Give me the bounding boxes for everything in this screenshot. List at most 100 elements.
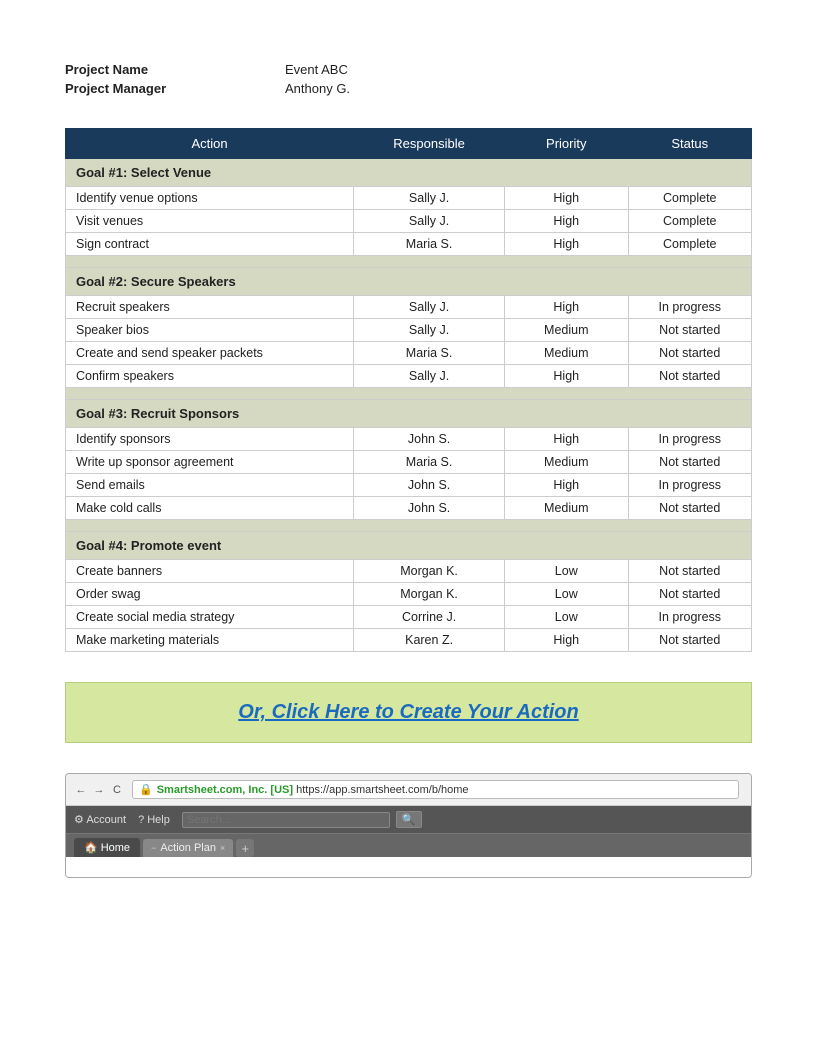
goal-title: Goal #2: Secure Speakers: [66, 268, 752, 296]
cell-priority: Low: [505, 560, 628, 583]
cell-responsible: Sally J.: [354, 319, 505, 342]
table-row: Make cold callsJohn S.MediumNot started: [66, 497, 752, 520]
cell-priority: Low: [505, 583, 628, 606]
cell-responsible: Maria S.: [354, 233, 505, 256]
action-plan-table: Action Responsible Priority Status Goal …: [65, 128, 752, 652]
header-responsible: Responsible: [354, 129, 505, 159]
table-row: Recruit speakersSally J.HighIn progress: [66, 296, 752, 319]
search-button[interactable]: 🔍: [396, 811, 422, 828]
cell-priority: High: [505, 428, 628, 451]
project-info: Project Name Event ABC Project Manager A…: [65, 60, 752, 98]
cell-priority: High: [505, 187, 628, 210]
cell-responsible: Sally J.: [354, 296, 505, 319]
tab-minus-icon[interactable]: −: [151, 843, 156, 853]
cell-responsible: Sally J.: [354, 187, 505, 210]
cell-status: In progress: [628, 428, 752, 451]
cell-priority: High: [505, 365, 628, 388]
spacer-row: [66, 520, 752, 532]
cell-responsible: Maria S.: [354, 451, 505, 474]
cta-section[interactable]: Or, Click Here to Create Your Action: [65, 682, 752, 743]
cell-action: Make marketing materials: [66, 629, 354, 652]
address-bar[interactable]: 🔒 Smartsheet.com, Inc. [US] https://app.…: [132, 780, 739, 799]
cell-action: Speaker bios: [66, 319, 354, 342]
secure-icon: 🔒: [139, 783, 153, 796]
cell-action: Make cold calls: [66, 497, 354, 520]
cell-responsible: Karen Z.: [354, 629, 505, 652]
cell-status: Not started: [628, 583, 752, 606]
cell-status: Complete: [628, 210, 752, 233]
account-nav[interactable]: ⚙ Account: [74, 813, 126, 826]
table-row: Speaker biosSally J.MediumNot started: [66, 319, 752, 342]
table-row: Identify venue optionsSally J.HighComple…: [66, 187, 752, 210]
header-status: Status: [628, 129, 752, 159]
back-button[interactable]: ←: [74, 783, 88, 797]
project-name-label: Project Name: [65, 60, 285, 79]
table-row: Sign contractMaria S.HighComplete: [66, 233, 752, 256]
spacer-row: [66, 256, 752, 268]
cell-priority: High: [505, 296, 628, 319]
action-plan-tab[interactable]: − Action Plan ×: [143, 839, 233, 857]
cell-status: In progress: [628, 474, 752, 497]
header-priority: Priority: [505, 129, 628, 159]
cta-link[interactable]: Or, Click Here to Create Your Action: [238, 701, 578, 723]
browser-url: https://app.smartsheet.com/b/home: [293, 784, 468, 796]
cell-priority: Low: [505, 606, 628, 629]
cell-action: Confirm speakers: [66, 365, 354, 388]
table-row: Visit venuesSally J.HighComplete: [66, 210, 752, 233]
home-tab-label: Home: [101, 842, 130, 854]
table-row: Order swagMorgan K.LowNot started: [66, 583, 752, 606]
cell-responsible: John S.: [354, 428, 505, 451]
spacer-row: [66, 388, 752, 400]
cell-action: Visit venues: [66, 210, 354, 233]
cell-responsible: John S.: [354, 497, 505, 520]
nav-search-input[interactable]: [182, 812, 390, 828]
cell-action: Create banners: [66, 560, 354, 583]
cell-priority: High: [505, 629, 628, 652]
cell-action: Identify venue options: [66, 187, 354, 210]
project-manager-value: Anthony G.: [285, 79, 350, 98]
project-manager-label: Project Manager: [65, 79, 285, 98]
cell-status: Not started: [628, 342, 752, 365]
new-tab-button[interactable]: +: [236, 839, 254, 857]
table-row: Identify sponsorsJohn S.HighIn progress: [66, 428, 752, 451]
forward-button[interactable]: →: [92, 783, 106, 797]
cell-action: Create and send speaker packets: [66, 342, 354, 365]
help-nav[interactable]: ? Help: [138, 814, 170, 826]
cell-status: Not started: [628, 629, 752, 652]
cell-priority: Medium: [505, 451, 628, 474]
action-plan-tab-label: Action Plan: [160, 842, 216, 854]
cell-status: In progress: [628, 296, 752, 319]
cell-priority: High: [505, 233, 628, 256]
browser-content: [66, 857, 751, 877]
cell-status: Complete: [628, 233, 752, 256]
cell-action: Send emails: [66, 474, 354, 497]
browser-domain: Smartsheet.com, Inc. [US]: [157, 784, 293, 796]
cell-action: Create social media strategy: [66, 606, 354, 629]
goal-title: Goal #1: Select Venue: [66, 159, 752, 187]
cell-status: Not started: [628, 319, 752, 342]
cell-status: In progress: [628, 606, 752, 629]
browser-tabs: 🏠 Home − Action Plan × +: [66, 833, 751, 857]
tab-close-icon[interactable]: ×: [220, 843, 225, 853]
table-row: Create social media strategyCorrine J.Lo…: [66, 606, 752, 629]
cell-status: Not started: [628, 497, 752, 520]
goal-row: Goal #3: Recruit Sponsors: [66, 400, 752, 428]
home-icon: 🏠: [84, 841, 98, 854]
cell-action: Identify sponsors: [66, 428, 354, 451]
cell-priority: Medium: [505, 497, 628, 520]
cell-status: Not started: [628, 560, 752, 583]
cell-responsible: John S.: [354, 474, 505, 497]
table-row: Make marketing materialsKaren Z.HighNot …: [66, 629, 752, 652]
goal-row: Goal #2: Secure Speakers: [66, 268, 752, 296]
goal-row: Goal #4: Promote event: [66, 532, 752, 560]
table-row: Create bannersMorgan K.LowNot started: [66, 560, 752, 583]
table-row: Send emailsJohn S.HighIn progress: [66, 474, 752, 497]
table-row: Create and send speaker packetsMaria S.M…: [66, 342, 752, 365]
home-tab[interactable]: 🏠 Home: [74, 838, 140, 857]
cell-responsible: Sally J.: [354, 210, 505, 233]
refresh-button[interactable]: C: [110, 783, 124, 797]
project-name-value: Event ABC: [285, 60, 350, 79]
cell-priority: High: [505, 210, 628, 233]
cell-responsible: Sally J.: [354, 365, 505, 388]
cell-responsible: Maria S.: [354, 342, 505, 365]
